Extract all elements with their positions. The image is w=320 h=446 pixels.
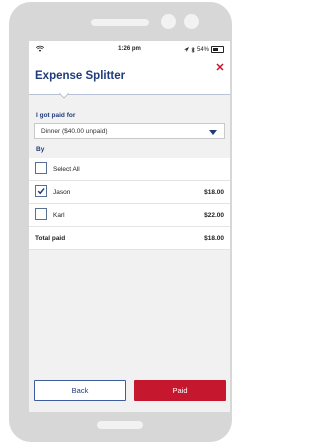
select-all-checkbox[interactable] (35, 162, 47, 174)
location-icon (183, 47, 189, 52)
person-checkbox[interactable] (35, 208, 47, 220)
total-amount: $18.00 (204, 235, 224, 242)
person-checkbox-checked[interactable] (35, 185, 47, 197)
bluetooth-icon (191, 46, 195, 53)
select-all-row[interactable]: Select All (29, 158, 230, 181)
sensor-icon (184, 14, 199, 29)
list-item[interactable]: Karl $22.00 (29, 204, 230, 227)
total-label: Total paid (35, 235, 66, 242)
close-icon[interactable]: ✕ (214, 62, 226, 74)
paid-button[interactable]: Paid (134, 380, 226, 401)
app-screen: 1:26 pm 54% Expense Splitter ✕ I got pai… (29, 41, 230, 412)
paid-for-value: Dinner ($40.00 unpaid) (41, 128, 108, 135)
home-button[interactable] (97, 421, 143, 429)
paid-for-label: I got paid for (36, 112, 76, 119)
battery-icon (211, 46, 224, 53)
app-header: Expense Splitter ✕ (29, 58, 230, 95)
person-amount: $18.00 (204, 189, 224, 196)
people-list: Select All Jason $18.00 Karl $22.00 Tota… (29, 158, 230, 250)
header-pointer (59, 93, 69, 99)
status-right-group: 54% (183, 46, 224, 53)
speaker-grille (91, 19, 149, 26)
chevron-down-icon (209, 130, 217, 135)
status-bar: 1:26 pm 54% (29, 41, 230, 58)
person-name: Jason (53, 189, 71, 196)
person-amount: $22.00 (204, 212, 224, 219)
person-name: Karl (53, 212, 65, 219)
paid-for-select[interactable]: Dinner ($40.00 unpaid) (34, 123, 225, 139)
select-all-label: Select All (53, 166, 80, 173)
device-frame: 1:26 pm 54% Expense Splitter ✕ I got pai… (9, 2, 232, 442)
checkmark-icon (37, 187, 45, 195)
battery-percent: 54% (196, 46, 209, 53)
list-item[interactable]: Jason $18.00 (29, 181, 230, 204)
camera-icon (161, 14, 176, 29)
page-title: Expense Splitter (35, 70, 126, 82)
total-row: Total paid $18.00 (29, 227, 230, 250)
back-button[interactable]: Back (34, 380, 126, 401)
by-label: By (36, 146, 45, 153)
